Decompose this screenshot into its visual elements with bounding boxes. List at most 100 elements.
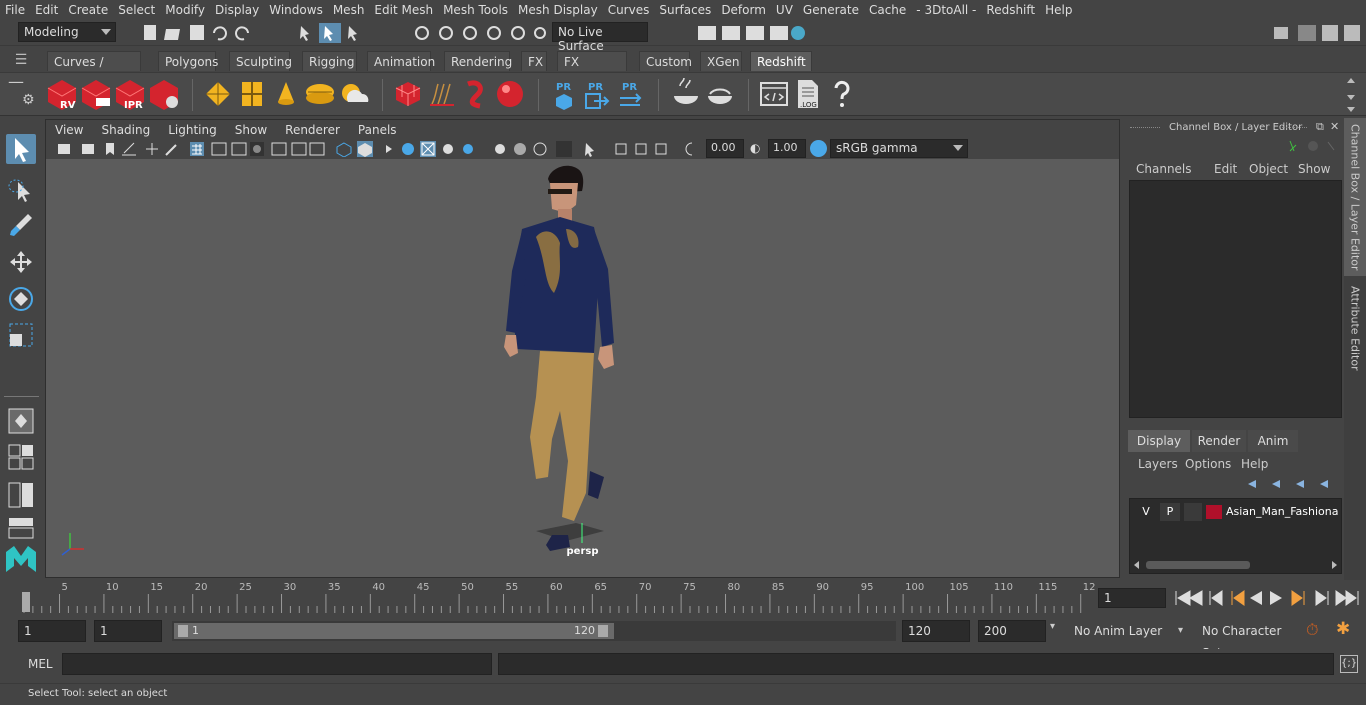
layer-create-icons[interactable] [1244,474,1340,492]
layer-scrollbar[interactable] [1132,559,1339,571]
viewport-canvas[interactable]: persp [46,159,1119,577]
layout-two-icon[interactable] [6,480,36,510]
menu-edit-mesh[interactable]: Edit Mesh [369,3,438,17]
menu-display[interactable]: Display [210,3,264,17]
rs-sun-sky-icon[interactable] [338,78,370,110]
menu-select[interactable]: Select [113,3,160,17]
paint-select-tool[interactable] [6,210,36,240]
shelf-tab-polygons[interactable]: Polygons [158,51,218,71]
rs-script-icon[interactable] [758,78,790,110]
start-time-field[interactable]: 1 [18,620,86,642]
shelf-tab-rigging[interactable]: Rigging [302,51,357,71]
menu-mesh[interactable]: Mesh [328,3,370,17]
menu-curves[interactable]: Curves [603,3,655,17]
gamma-field[interactable]: 1.00 [768,139,806,158]
time-ruler[interactable]: 5 10 15 20 25 30 35 40 45 50 55 60 65 70 75 80 85 90 95 100… [18,582,1095,613]
chevron-down-icon[interactable]: ▾ [1050,621,1062,632]
playback-prefs-icon[interactable]: ✱ [1336,619,1350,639]
panel-menu-view[interactable]: View [46,123,92,137]
layer-tab-render[interactable]: Render [1192,430,1246,452]
character-model[interactable] [466,159,666,577]
playback-controls[interactable] [1172,588,1362,608]
pr-cube-icon[interactable]: PR [548,78,580,110]
close-icon[interactable]: ✕ [1330,120,1339,133]
shelf-tab-sculpting[interactable]: Sculpting [229,51,292,71]
lasso-tool[interactable] [6,174,36,204]
playback-start-field[interactable]: 1 [94,620,162,642]
panel-menu-lighting[interactable]: Lighting [159,123,226,137]
rotate-tool[interactable] [6,284,36,314]
panel-menu-panels[interactable]: Panels [349,123,406,137]
panel-menu-renderer[interactable]: Renderer [276,123,349,137]
shelf-tab-redshift[interactable]: Redshift [750,51,812,71]
snap-icons[interactable] [410,23,550,43]
gamma-icon[interactable]: ◐ [750,141,764,157]
layer-menu-layers[interactable]: Layers [1138,457,1178,471]
shelf-settings-icon[interactable]: ⚙ [22,93,36,107]
rs-curve-object-icon[interactable] [460,78,492,110]
move-tool[interactable] [6,248,36,278]
layer-menu-options[interactable]: Options [1185,457,1231,471]
channel-menu-object[interactable]: Object [1249,162,1288,176]
shelf-tab-rendering[interactable]: Rendering [444,51,512,71]
render-settings-icon[interactable] [148,78,180,110]
menu-windows[interactable]: Windows [264,3,328,17]
layer-menu-help[interactable]: Help [1241,457,1268,471]
layout-single-icon[interactable] [6,406,36,436]
range-end-grip[interactable] [598,625,608,637]
layer-visibility-toggle[interactable]: V [1136,503,1156,521]
current-time-marker[interactable] [22,592,30,612]
channel-menu-channels[interactable]: Channels [1136,162,1192,176]
menu-mesh-display[interactable]: Mesh Display [513,3,603,17]
menu-deform[interactable]: Deform [716,3,771,17]
shelf-tab-animation[interactable]: Animation [367,51,435,71]
shelf-collapse-icon[interactable]: — [8,74,32,91]
color-management-icon[interactable] [810,140,827,157]
command-input[interactable] [62,653,492,675]
range-start-grip[interactable] [178,625,188,637]
viewport-toolbar-icons[interactable] [52,141,692,157]
layout-outliner-icon[interactable] [6,514,36,544]
current-frame-field[interactable]: 1 [1098,588,1166,608]
pr-export-icon[interactable]: PR [580,78,612,110]
time-slider[interactable]: 5 10 15 20 25 30 35 40 45 50 55 60 65 70 75 80 85 90 95 100… [0,580,1366,615]
colorspace-dropdown[interactable]: sRGB gamma [830,139,968,158]
workspace-dropdown[interactable]: Modeling [18,22,116,42]
menu-file[interactable]: File [0,3,30,17]
layer-display-type[interactable] [1184,503,1202,521]
menu-uv[interactable]: UV [771,3,798,17]
layer-playback-toggle[interactable]: P [1160,503,1180,521]
rs-light-portal-icon[interactable] [236,78,268,110]
menu-help[interactable]: Help [1040,3,1077,17]
render-ipr-icon[interactable]: IPR [114,78,146,110]
tab-channel-box[interactable]: Channel Box / Layer Editor [1344,118,1366,276]
layer-row[interactable]: V P Asian_Man_Fashionab [1134,503,1339,521]
shelf-menu-icon[interactable]: ☰ [6,53,36,69]
range-slider-track[interactable]: 1 120 [172,621,896,641]
shelf-tab-curves-surfaces[interactable]: Curves / Surfaces [47,51,141,89]
channel-menu-edit[interactable]: Edit [1214,162,1237,176]
character-set-dropdown[interactable]: No Character Set [1196,620,1300,660]
shelf-tab-fx[interactable]: FX [521,51,547,71]
shelf-tab-fx-caching[interactable]: FX Caching [557,51,627,89]
rs-bake-settings-icon[interactable] [704,78,736,110]
rs-bake-icon[interactable] [670,78,702,110]
end-time-field[interactable]: 200 [978,620,1046,642]
workspace-icons[interactable] [1270,23,1362,43]
render-sequence-icon[interactable] [80,78,112,110]
playback-end-field[interactable]: 120 [902,620,970,642]
layer-tab-display[interactable]: Display [1128,430,1190,452]
menu-redshift[interactable]: Redshift [981,3,1040,17]
file-icons[interactable] [140,23,260,43]
tab-attribute-editor[interactable]: Attribute Editor [1344,280,1366,376]
range-slider-handle[interactable]: 1 120 [174,623,614,639]
rs-log-icon[interactable]: .LOG [792,78,824,110]
help-icon[interactable] [826,78,858,110]
pr-swap-icon[interactable]: PR [614,78,646,110]
menu-cache[interactable]: Cache [864,3,911,17]
rs-light-spot-icon[interactable] [270,78,302,110]
menu-generate[interactable]: Generate [798,3,864,17]
auto-key-icon[interactable]: ⏱ [1306,620,1318,640]
rs-hair-icon[interactable] [426,78,458,110]
render-view-rv-icon[interactable]: RV [46,78,78,110]
